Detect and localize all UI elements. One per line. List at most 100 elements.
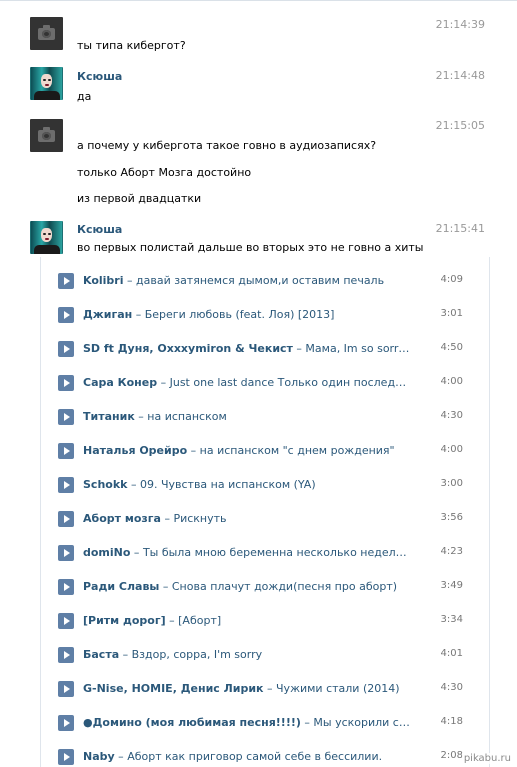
track-duration: 4:23 xyxy=(440,546,463,557)
track-title[interactable]: на испанском xyxy=(147,410,226,423)
track-title[interactable]: 09. Чувства на испанском (YA) xyxy=(140,478,316,491)
track-name[interactable]: Аборт мозга – Рискнуть xyxy=(83,512,413,525)
track-artist[interactable]: Сара Конер xyxy=(83,376,157,389)
play-icon[interactable] xyxy=(58,409,74,425)
separator-dash: – xyxy=(130,546,143,559)
audio-row[interactable]: Ради Славы – Снова плачут дожди(песня пр… xyxy=(41,577,489,597)
track-title[interactable]: Рискнуть xyxy=(173,512,226,525)
play-icon[interactable] xyxy=(58,477,74,493)
track-artist[interactable]: domiNo xyxy=(83,546,130,559)
audio-row[interactable]: Наталья Орейро – на испанском "с днем ро… xyxy=(41,441,489,461)
track-artist[interactable]: ●Домино (моя любимая песня!!!!) xyxy=(83,716,301,729)
track-artist[interactable]: Аборт мозга xyxy=(83,512,161,525)
play-icon[interactable] xyxy=(58,579,74,595)
play-icon[interactable] xyxy=(58,647,74,663)
camera-avatar-icon[interactable] xyxy=(30,17,63,50)
track-title[interactable]: Мы ускорили свой бит,... xyxy=(313,716,413,729)
track-title[interactable]: [Аборт] xyxy=(178,614,221,627)
separator-dash: – xyxy=(165,614,179,627)
track-artist[interactable]: Ради Славы xyxy=(83,580,159,593)
track-duration: 3:56 xyxy=(440,512,463,523)
separator-dash: – xyxy=(157,376,170,389)
track-name[interactable]: Сара Конер – Just one last dance Только … xyxy=(83,376,413,389)
audio-row[interactable]: domiNo – Ты была мною беременна нескольк… xyxy=(41,543,489,563)
track-title[interactable]: давай затянемся дымом,и оставим печаль xyxy=(136,274,384,287)
track-title[interactable]: Вздор, соррa, I'm sorry xyxy=(132,648,263,661)
track-title[interactable]: Чужими стали (2014) xyxy=(276,682,400,695)
track-artist[interactable]: Титаник xyxy=(83,410,135,423)
play-icon[interactable] xyxy=(58,749,74,765)
separator-dash: – xyxy=(123,274,136,287)
track-artist[interactable]: Naby xyxy=(83,750,115,763)
audio-row[interactable]: G-Nise, HOMIE, Денис Лирик – Чужими стал… xyxy=(41,679,489,699)
play-icon[interactable] xyxy=(58,511,74,527)
track-name[interactable]: Баста – Вздор, соррa, I'm sorry xyxy=(83,648,413,661)
play-icon[interactable] xyxy=(58,545,74,561)
audio-row[interactable]: Schokk – 09. Чувства на испанском (YA) 3:… xyxy=(41,475,489,495)
track-name[interactable]: G-Nise, HOMIE, Денис Лирик – Чужими стал… xyxy=(83,682,413,695)
play-icon[interactable] xyxy=(58,681,74,697)
audio-row[interactable]: Kolibri – давай затянемся дымом,и остави… xyxy=(41,271,489,291)
track-duration: 4:30 xyxy=(440,682,463,693)
play-icon[interactable] xyxy=(58,341,74,357)
track-duration: 4:18 xyxy=(440,716,463,727)
track-name[interactable]: Ради Славы – Снова плачут дожди(песня пр… xyxy=(83,580,413,593)
track-name[interactable]: ●Домино (моя любимая песня!!!!) – Мы уск… xyxy=(83,716,413,729)
audio-row[interactable]: Джиган – Береги любовь (feat. Лоя) [2013… xyxy=(41,305,489,325)
track-title[interactable]: Снова плачут дожди(песня про аборт) xyxy=(172,580,397,593)
user-avatar[interactable] xyxy=(30,67,63,100)
track-name[interactable]: Naby – Аборт как приговор самой себе в б… xyxy=(83,750,413,763)
track-duration: 4:50 xyxy=(440,342,463,353)
track-duration: 4:09 xyxy=(440,274,463,285)
track-artist[interactable]: SD ft Дуня, Oxxxymiron & Чекист xyxy=(83,342,293,355)
track-name[interactable]: domiNo – Ты была мною беременна нескольк… xyxy=(83,546,413,559)
track-title[interactable]: Мама, Im so sorry ft Ду... xyxy=(305,342,413,355)
track-name[interactable]: [Ритм дорог] – [Аборт] xyxy=(83,614,413,627)
track-name[interactable]: Джиган – Береги любовь (feat. Лоя) [2013… xyxy=(83,308,413,321)
separator-dash: – xyxy=(300,716,314,729)
track-name[interactable]: Kolibri – давай затянемся дымом,и остави… xyxy=(83,274,413,287)
track-name[interactable]: Schokk – 09. Чувства на испанском (YA) xyxy=(83,478,413,491)
user-avatar[interactable] xyxy=(30,221,63,254)
track-title[interactable]: Ты была мною беременна несколько недель … xyxy=(143,546,413,559)
separator-dash: – xyxy=(119,648,132,661)
audio-row[interactable]: Naby – Аборт как приговор самой себе в б… xyxy=(41,747,489,767)
track-artist[interactable]: [Ритм дорог] xyxy=(83,614,166,627)
track-title[interactable]: Береги любовь (feat. Лоя) [2013] xyxy=(145,308,335,321)
audio-row[interactable]: Баста – Вздор, соррa, I'm sorry 4:01 xyxy=(41,645,489,665)
track-artist[interactable]: G-Nise, HOMIE, Денис Лирик xyxy=(83,682,264,695)
track-title[interactable]: Аборт как приговор самой себе в бессилии… xyxy=(127,750,382,763)
track-artist[interactable]: Kolibri xyxy=(83,274,124,287)
audio-row[interactable]: Сара Конер – Just one last dance Только … xyxy=(41,373,489,393)
track-name[interactable]: SD ft Дуня, Oxxxymiron & Чекист – Мама, … xyxy=(83,342,413,355)
track-artist[interactable]: Schokk xyxy=(83,478,127,491)
play-icon[interactable] xyxy=(58,307,74,323)
message-author[interactable]: Ксюша xyxy=(77,70,122,83)
audio-row[interactable]: ●Домино (моя любимая песня!!!!) – Мы уск… xyxy=(41,713,489,733)
separator-dash: – xyxy=(292,342,306,355)
track-name[interactable]: Титаник – на испанском xyxy=(83,410,413,423)
play-icon[interactable] xyxy=(58,715,74,731)
play-icon[interactable] xyxy=(58,375,74,391)
audio-row[interactable]: Титаник – на испанском 4:30 xyxy=(41,407,489,427)
play-icon[interactable] xyxy=(58,443,74,459)
message-text: во первых полистай дальше во вторых это … xyxy=(77,241,424,254)
audio-row[interactable]: [Ритм дорог] – [Аборт] 3:34 xyxy=(41,611,489,631)
play-icon[interactable] xyxy=(58,273,74,289)
track-duration: 4:00 xyxy=(440,376,463,387)
audio-row[interactable]: SD ft Дуня, Oxxxymiron & Чекист – Мама, … xyxy=(41,339,489,359)
track-artist[interactable]: Наталья Орейро xyxy=(83,444,187,457)
camera-avatar-icon[interactable] xyxy=(30,119,63,152)
separator-dash: – xyxy=(159,580,172,593)
message-author[interactable]: Ксюша xyxy=(77,223,122,236)
track-title[interactable]: Just one last dance Только один последни… xyxy=(170,376,413,389)
separator-dash: – xyxy=(160,512,174,525)
track-name[interactable]: Наталья Орейро – на испанском "с днем ро… xyxy=(83,444,413,457)
audio-row[interactable]: Аборт мозга – Рискнуть 3:56 xyxy=(41,509,489,529)
play-icon[interactable] xyxy=(58,613,74,629)
message-text: только Аборт Мозга достойно xyxy=(77,166,252,179)
separator-dash: – xyxy=(187,444,200,457)
track-artist[interactable]: Джиган xyxy=(83,308,132,321)
track-artist[interactable]: Баста xyxy=(83,648,119,661)
track-title[interactable]: на испанском "с днем рождения" xyxy=(200,444,395,457)
